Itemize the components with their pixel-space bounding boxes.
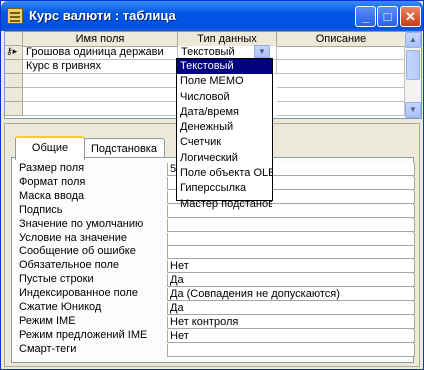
- tab-general[interactable]: Общие: [15, 136, 85, 160]
- property-value-field[interactable]: [167, 246, 415, 260]
- property-label: Сжатие Юникод: [19, 301, 102, 313]
- dropdown-option[interactable]: Денежный: [177, 120, 272, 135]
- close-button[interactable]: ✕: [400, 6, 421, 27]
- property-value-field[interactable]: Да: [167, 274, 415, 288]
- dropdown-option[interactable]: Гиперссылка: [177, 181, 272, 196]
- property-value-field[interactable]: Да (Совпадения не допускаются): [167, 288, 415, 302]
- property-label: Режим IME: [19, 314, 76, 327]
- dropdown-option[interactable]: Счетчик: [177, 135, 272, 150]
- property-label: Значение по умолчанию: [19, 217, 144, 230]
- scroll-down-icon[interactable]: ▼: [405, 102, 421, 118]
- field-name-cell[interactable]: [23, 74, 178, 88]
- column-header-field-name[interactable]: Имя поля: [23, 32, 178, 47]
- field-name-cell[interactable]: [23, 102, 178, 116]
- property-value-field[interactable]: [167, 232, 415, 246]
- table-icon: [7, 8, 23, 24]
- description-cell[interactable]: [277, 102, 405, 116]
- property-label: Формат поля: [19, 175, 86, 188]
- field-name-cell[interactable]: [23, 88, 178, 102]
- grid-corner: [5, 32, 23, 46]
- dropdown-option[interactable]: Логический: [177, 151, 272, 166]
- property-value-field[interactable]: Нет: [167, 260, 415, 274]
- dropdown-option[interactable]: Поле MEMO: [177, 74, 272, 89]
- description-cell[interactable]: [277, 60, 405, 74]
- description-cell[interactable]: [277, 46, 405, 60]
- property-value-field[interactable]: Да: [167, 302, 415, 315]
- chevron-down-icon[interactable]: ▼: [254, 45, 270, 58]
- property-value-field[interactable]: [167, 218, 415, 232]
- column-header-description[interactable]: Описание: [277, 32, 406, 47]
- dropdown-option[interactable]: Текстовый: [177, 59, 272, 75]
- dropdown-option[interactable]: Мастер подстановок...: [177, 197, 272, 212]
- row-selector-4[interactable]: [5, 88, 23, 102]
- scroll-up-icon[interactable]: ▲: [405, 32, 421, 48]
- field-name-cell[interactable]: Грошова одиница держави: [23, 46, 178, 60]
- window-title: Курс валюти : таблица: [29, 8, 176, 23]
- tab-lookup[interactable]: Подстановка: [83, 138, 165, 159]
- property-label: Индексированное поле: [19, 287, 138, 300]
- primary-key-icon: ⚷▸: [6, 46, 18, 56]
- property-label: Режим предложений IME: [19, 328, 148, 341]
- property-label: Пустые строки: [19, 273, 94, 286]
- grid-vertical-scrollbar[interactable]: ▲ ▼: [405, 32, 421, 118]
- row-selector-1[interactable]: ⚷▸: [5, 46, 23, 60]
- property-value-field[interactable]: Нет контроля: [167, 315, 415, 329]
- table-design-window: Курс валюти : таблица _ □ ✕ Имя поля Тип…: [0, 0, 424, 370]
- property-label: Размер поля: [19, 162, 85, 174]
- property-label: Маска ввода: [19, 189, 85, 202]
- property-value-field[interactable]: [167, 343, 415, 357]
- property-label: Условие на значение: [19, 231, 128, 244]
- row-selector-3[interactable]: [5, 74, 23, 88]
- row-selector-5[interactable]: [5, 102, 23, 116]
- scroll-thumb[interactable]: [406, 50, 420, 80]
- property-value-field[interactable]: Нет: [167, 329, 415, 343]
- property-label: Обязательное поле: [19, 259, 120, 272]
- field-name-cell[interactable]: Курс в гривнях: [23, 60, 178, 74]
- dropdown-option[interactable]: Дата/время: [177, 105, 272, 120]
- minimize-button[interactable]: _: [355, 6, 376, 27]
- title-bar[interactable]: Курс валюти : таблица _ □ ✕: [1, 1, 423, 31]
- dropdown-option[interactable]: Числовой: [177, 90, 272, 105]
- description-cell[interactable]: [277, 74, 405, 88]
- dropdown-option[interactable]: Поле объекта OLE: [177, 166, 272, 181]
- maximize-button[interactable]: □: [377, 6, 398, 27]
- data-type-dropdown-list[interactable]: Текстовый Поле MEMO Числовой Дата/время Дене…: [176, 58, 273, 210]
- property-label: Смарт-теги: [19, 342, 77, 355]
- description-cell[interactable]: [277, 88, 405, 102]
- row-selector-2[interactable]: [5, 60, 23, 74]
- property-label: Подпись: [19, 203, 63, 216]
- property-label: Сообщение об ошибке: [19, 245, 136, 258]
